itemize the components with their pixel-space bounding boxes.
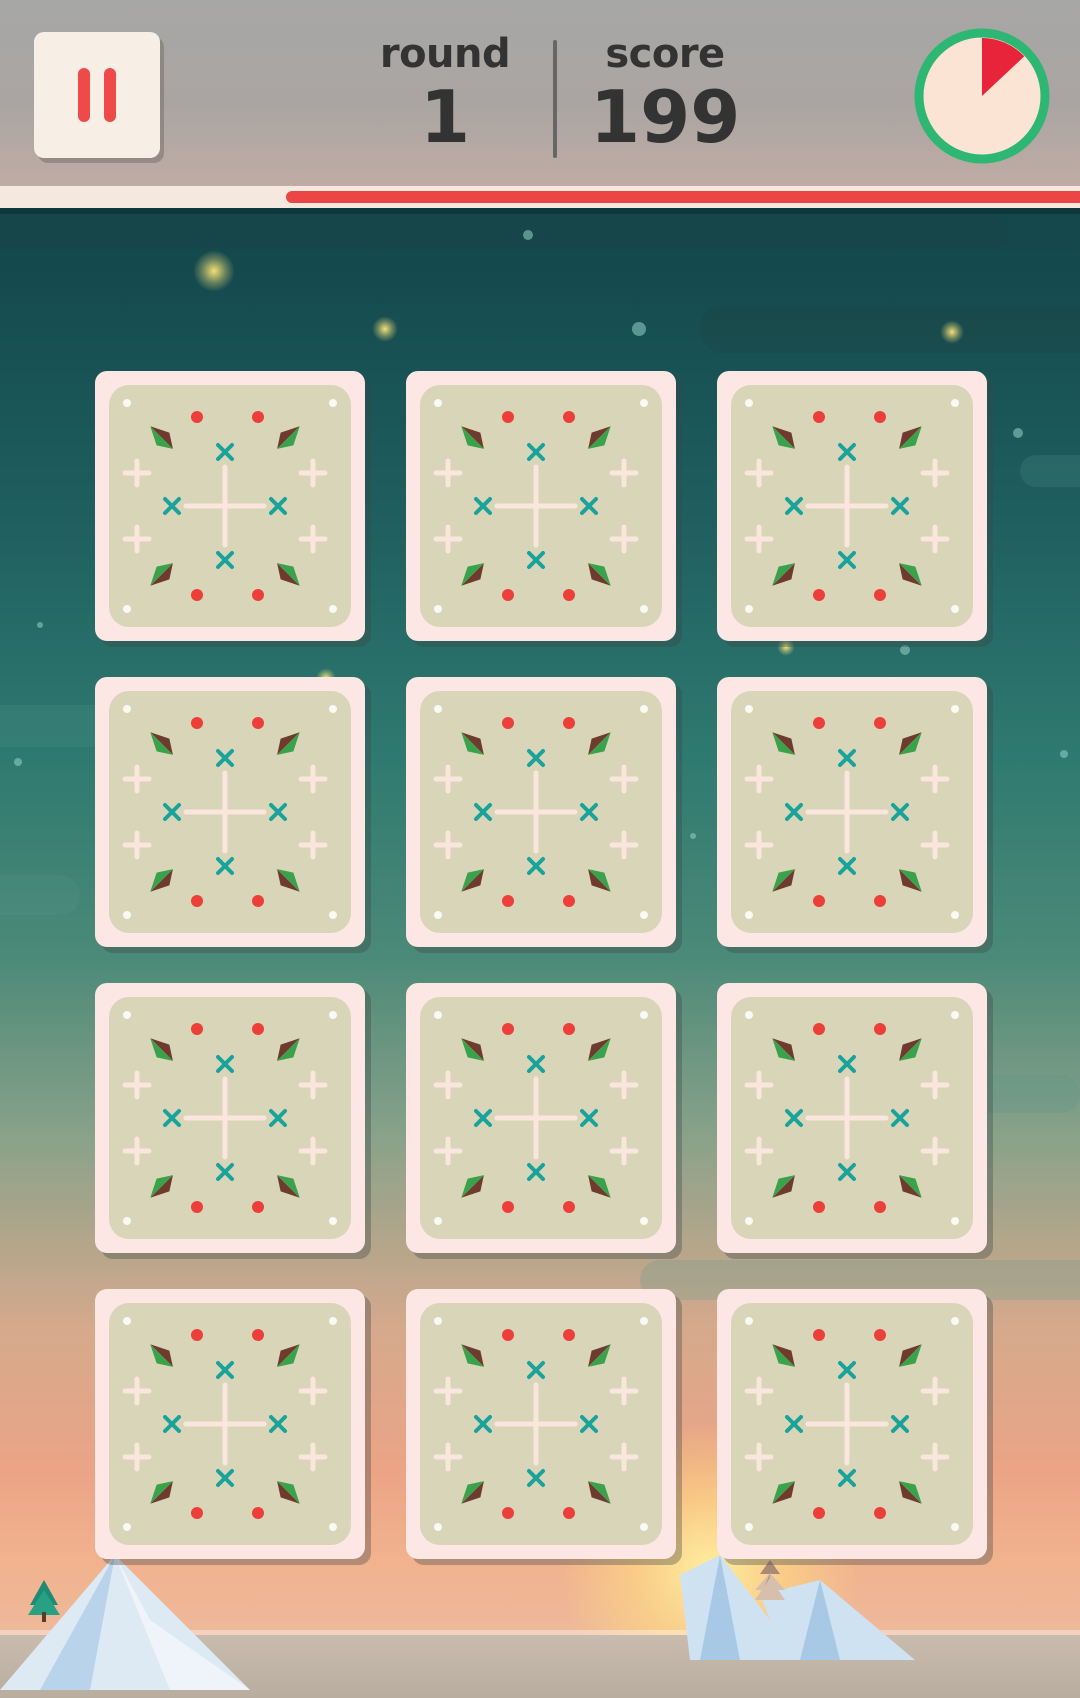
pause-button[interactable] bbox=[34, 32, 160, 158]
header-shadow bbox=[0, 208, 1080, 214]
memory-card[interactable] bbox=[406, 371, 676, 641]
stat-divider bbox=[553, 40, 557, 158]
round-label: round bbox=[379, 31, 511, 77]
memory-card[interactable] bbox=[95, 677, 365, 947]
memory-card[interactable] bbox=[406, 1289, 676, 1559]
memory-card[interactable] bbox=[406, 983, 676, 1253]
memory-card[interactable] bbox=[717, 677, 987, 947]
hud-header: round 1 score 199 bbox=[0, 0, 1080, 188]
round-stat: round 1 bbox=[365, 30, 525, 156]
score-label: score bbox=[605, 31, 725, 77]
score-stat: score 199 bbox=[590, 30, 740, 156]
memory-card[interactable] bbox=[717, 371, 987, 641]
score-value: 199 bbox=[590, 75, 741, 159]
timer-pie-icon bbox=[914, 28, 1050, 164]
memory-card[interactable] bbox=[717, 1289, 987, 1559]
memory-card[interactable] bbox=[717, 983, 987, 1253]
time-bar-fill bbox=[286, 191, 1080, 203]
memory-card[interactable] bbox=[406, 677, 676, 947]
memory-card[interactable] bbox=[95, 371, 365, 641]
round-value: 1 bbox=[419, 75, 471, 159]
memory-card[interactable] bbox=[95, 983, 365, 1253]
memory-card[interactable] bbox=[95, 1289, 365, 1559]
